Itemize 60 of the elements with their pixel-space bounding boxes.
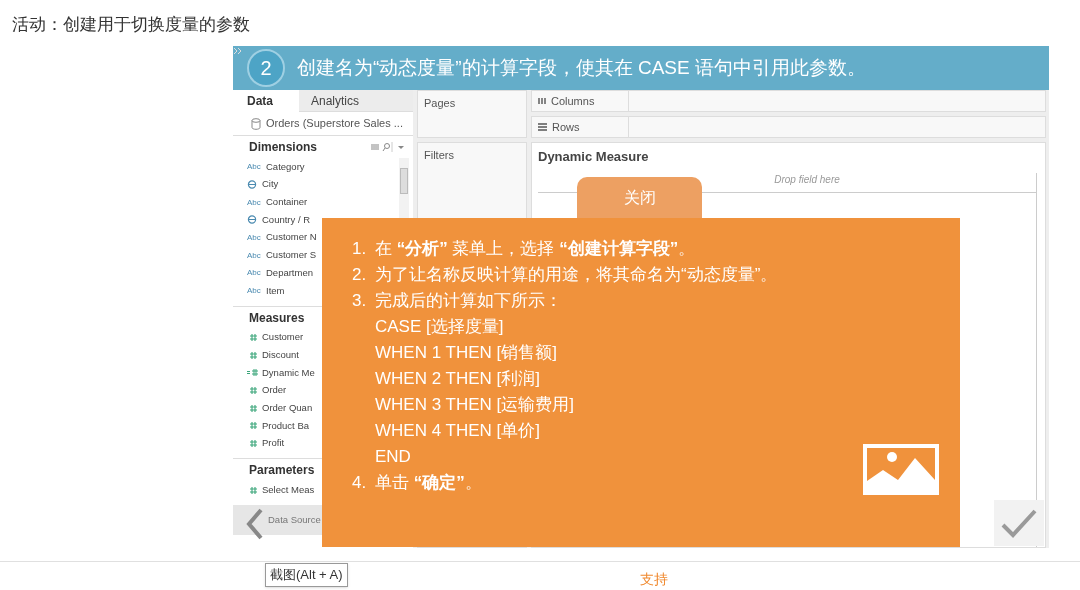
- measure-icon: [247, 385, 259, 395]
- database-icon: [251, 117, 261, 130]
- field-item[interactable]: Order Quan: [262, 400, 313, 416]
- field-item[interactable]: Container: [266, 195, 308, 210]
- globe-icon: [247, 180, 259, 190]
- field-item[interactable]: Customer: [262, 330, 304, 345]
- step-number: 1.: [352, 238, 368, 261]
- field-item[interactable]: City: [262, 177, 279, 192]
- field-item[interactable]: Country / R: [262, 212, 311, 228]
- measure-icon: [247, 438, 259, 448]
- checkmark-icon: [999, 507, 1039, 539]
- tooltip: 截图(Alt + A): [265, 563, 348, 587]
- string-type-icon: Abc: [247, 286, 263, 296]
- confirm-button[interactable]: [994, 500, 1044, 546]
- step-number: 4.: [352, 472, 368, 495]
- rows-icon: [538, 123, 547, 131]
- page-title: 活动：创建用于切换度量的参数: [12, 15, 250, 34]
- image-icon[interactable]: [863, 444, 939, 495]
- data-source-tab[interactable]: Data Source: [268, 512, 321, 528]
- measure-icon: [247, 485, 259, 495]
- string-type-icon: Abc: [247, 233, 263, 243]
- measure-icon: [247, 403, 259, 413]
- section-heading: Parameters: [249, 462, 316, 480]
- pane-tools-icon[interactable]: [371, 142, 407, 152]
- rows-shelf-label: Rows: [552, 119, 580, 135]
- field-item[interactable]: Profit: [262, 436, 285, 451]
- field-item[interactable]: Customer N: [266, 230, 317, 245]
- data-source-name: Orders (Superstore Sales ...: [266, 116, 403, 132]
- string-type-icon: Abc: [247, 250, 263, 260]
- field-item[interactable]: Item: [266, 283, 285, 298]
- columns-icon: [538, 97, 546, 105]
- string-type-icon: Abc: [247, 268, 263, 278]
- drop-hint: Drop field here: [774, 172, 840, 187]
- field-item[interactable]: Order: [262, 383, 287, 398]
- string-type-icon: Abc: [247, 162, 263, 172]
- formula-line: END: [375, 446, 411, 469]
- columns-shelf-label: Columns: [551, 93, 595, 109]
- pane-tab[interactable]: Analytics: [299, 90, 413, 112]
- globe-icon: [247, 215, 259, 225]
- measure-icon: [247, 421, 259, 431]
- step-number: 2: [247, 49, 285, 87]
- string-type-icon: Abc: [247, 197, 263, 207]
- field-item[interactable]: Customer S: [266, 248, 317, 263]
- field-item[interactable]: Discount: [262, 347, 299, 363]
- expand-icon[interactable]: [233, 46, 243, 56]
- measure-icon: [247, 350, 259, 360]
- field-item[interactable]: Departmen: [266, 265, 313, 281]
- field-item[interactable]: Product Ba: [262, 418, 309, 433]
- measure-icon: [247, 332, 259, 342]
- pages-shelf: Pages: [417, 90, 527, 138]
- sheet-title: Dynamic Measure: [538, 148, 650, 166]
- section-heading: Dimensions: [249, 139, 318, 156]
- calculated-measure-icon: [247, 368, 259, 378]
- field-item[interactable]: Category: [266, 159, 305, 174]
- step-heading: 创建名为“动态度量”的计算字段，使其在 CASE 语句中引用此参数。: [297, 55, 866, 80]
- field-item[interactable]: Select Meas: [262, 483, 315, 498]
- step-number: 2.: [352, 264, 368, 287]
- step-number: 3.: [352, 290, 368, 313]
- back-chevron-icon[interactable]: [246, 508, 264, 540]
- field-item[interactable]: Dynamic Me: [262, 365, 315, 380]
